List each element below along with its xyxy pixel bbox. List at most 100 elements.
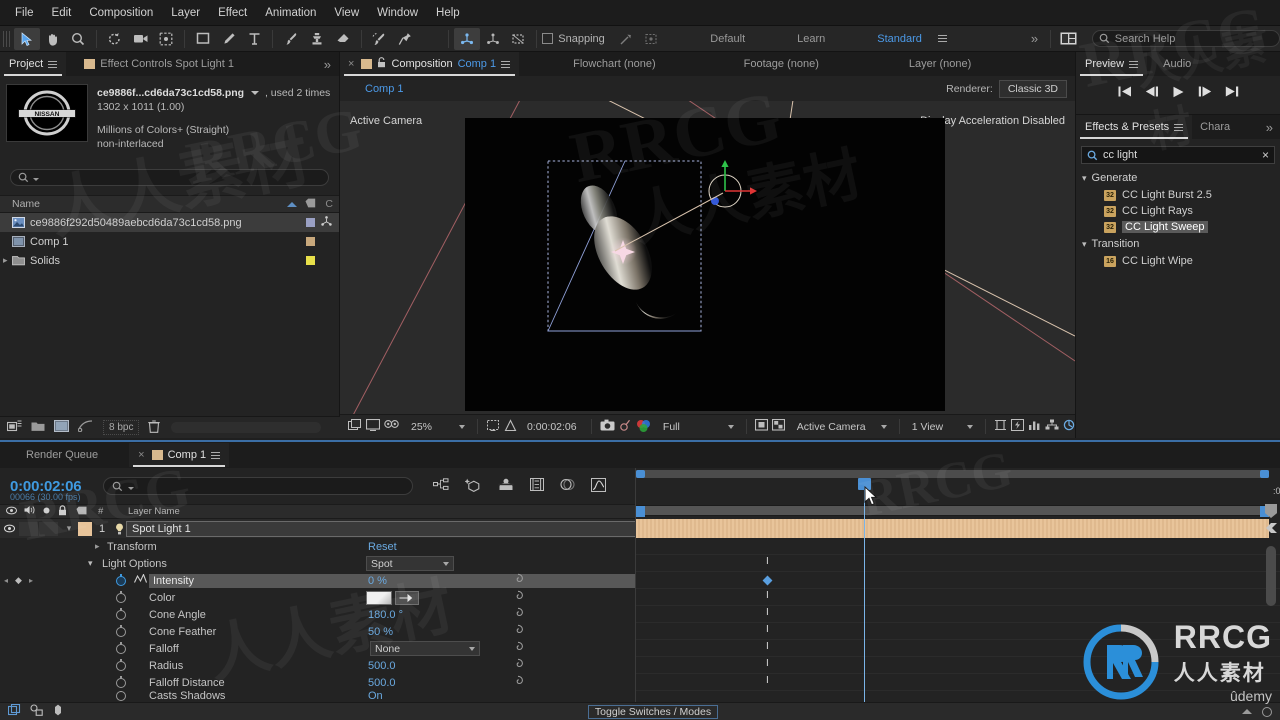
file-dropdown-icon[interactable] [251,91,260,95]
tab-layer[interactable]: Layer (none) [900,52,980,76]
composition-mini-flowchart-icon[interactable] [433,478,449,494]
column-header-number[interactable]: # [96,506,118,517]
layer-label-color[interactable] [78,521,92,536]
menu-item-composition[interactable]: Composition [80,0,162,26]
rotation-tool-icon[interactable] [102,28,128,50]
project-panel-menu-icon[interactable] [48,60,58,68]
chevron-down-icon[interactable]: ▾ [1082,239,1087,250]
workspace-overflow-icon[interactable]: » [1031,31,1038,46]
cone-feather-value[interactable]: 50 % [368,626,393,638]
project-list-item-solids[interactable]: ▸ Solids [0,251,339,270]
effects-group-generate[interactable]: ▾ Generate [1076,169,1280,187]
timeline-ruler[interactable]: :00f 00:15f 01:00f 01:15f 02:00f 02:15f … [1271,478,1280,500]
shape-tool-icon[interactable] [190,28,216,50]
tab-comp-1[interactable]: × Comp 1 [129,443,230,467]
workspace-standard[interactable]: Standard [865,33,934,45]
snap-arrow-icon[interactable] [613,28,639,50]
falloff-select[interactable]: None [370,641,480,656]
effects-group-transition[interactable]: ▾ Transition [1076,235,1280,253]
column-header-name[interactable]: Name [0,198,287,210]
layer-solo-switch[interactable] [39,521,58,536]
radius-expression-icon[interactable] [512,658,524,673]
project-search-input[interactable] [10,169,329,186]
draft-3d-icon[interactable] [464,478,482,495]
play-button[interactable] [1172,86,1185,101]
falloff-distance-expression-icon[interactable] [512,675,524,690]
enable-frame-blending-icon[interactable] [530,478,545,494]
viewer-timecode[interactable]: 0:00:02:06 [527,421,583,433]
multi-frame-icon[interactable] [384,419,399,434]
comp-family-icon[interactable] [7,703,21,719]
tab-composition[interactable]: × Composition Comp 1 [340,52,520,76]
layer-audio-switch[interactable] [19,521,38,536]
keyframe-navigator[interactable]: ◂ ◆ ▸ [4,575,33,586]
falloff-stopwatch-icon[interactable] [116,643,126,654]
new-composition-icon[interactable] [54,420,69,435]
hand-tool-icon[interactable] [40,28,66,50]
next-frame-button[interactable] [1198,86,1212,100]
tab-audio[interactable]: Audio [1147,52,1200,76]
falloff-expression-icon[interactable] [512,641,524,656]
snap-box-icon[interactable] [639,28,665,50]
toggle-switches-modes-button[interactable]: Toggle Switches / Modes [587,704,719,719]
close-tab-icon[interactable]: × [138,449,144,461]
zoom-level-select[interactable]: 25% [407,420,469,434]
light-color-swatch[interactable] [366,590,392,605]
workspace-default[interactable]: Default [698,33,757,45]
property-value-reset[interactable]: Reset [368,541,397,553]
workspace-menu-icon[interactable] [937,35,947,42]
toggle-switches-icon[interactable] [30,704,43,719]
project-item-swatch[interactable] [306,237,315,246]
tab-character[interactable]: Chara [1192,115,1239,139]
new-folder-icon[interactable] [31,421,45,435]
layer-video-switch[interactable] [0,524,18,533]
twirl-open-icon[interactable]: ▾ [88,558,102,569]
toggle-transparency-icon[interactable] [771,418,785,434]
project-item-swatch[interactable] [306,256,315,265]
layer-twirl-icon[interactable]: ▾ [62,523,76,534]
view-axis-tool-icon[interactable] [506,28,532,50]
falloff-distance-stopwatch-icon[interactable] [116,677,126,688]
track-row-light-options[interactable]: I [636,555,1280,572]
casts-shadows-value[interactable]: On [368,691,383,701]
resolution-select[interactable]: Full [659,420,738,434]
menu-item-animation[interactable]: Animation [256,0,325,26]
clear-search-icon[interactable]: × [1262,148,1269,162]
cone-angle-expression-icon[interactable] [512,607,524,622]
cone-angle-value[interactable]: 180.0 ° [368,609,403,621]
graph-editor-icon[interactable] [591,477,607,495]
eraser-tool-icon[interactable] [330,28,356,50]
layer-duration-bar[interactable] [636,519,1269,538]
effects-search-input[interactable] [1103,149,1257,161]
menu-item-file[interactable]: File [6,0,43,26]
previous-keyframe-icon[interactable]: ◂ [4,576,8,585]
local-axis-tool-icon[interactable] [480,28,506,50]
project-tabs-overflow-icon[interactable]: » [324,57,331,72]
tab-flowchart[interactable]: Flowchart (none) [564,52,665,76]
search-help-input[interactable]: Search Help [1091,30,1280,47]
composition-viewer[interactable]: Active Camera Display Acceleration Disab… [340,101,1075,414]
show-snapshot-icon[interactable] [619,419,632,434]
current-time-indicator[interactable] [864,478,865,714]
camera-tool-icon[interactable] [128,28,154,50]
menu-item-effect[interactable]: Effect [209,0,256,26]
project-list-item-comp[interactable]: Comp 1 [0,232,339,251]
timeline-search-input[interactable] [103,477,414,495]
color-expression-icon[interactable] [512,590,524,605]
casts-shadows-stopwatch-icon[interactable] [116,691,126,701]
channel-color-icon[interactable] [636,419,651,435]
menu-item-edit[interactable]: Edit [43,0,81,26]
toggle-mask-paths-icon[interactable] [754,418,768,434]
layer-marker-icon[interactable] [1265,522,1278,537]
tab-preview[interactable]: Preview [1076,52,1148,76]
project-settings-icon[interactable] [6,420,22,435]
project-item-swatch[interactable] [306,218,315,227]
previous-frame-button[interactable] [1145,86,1159,100]
cone-feather-stopwatch-icon[interactable] [116,626,126,637]
pixel-aspect-correction-icon[interactable] [994,419,1007,434]
always-preview-icon[interactable] [348,419,362,434]
delete-icon[interactable] [148,419,161,436]
work-area-strip-start[interactable] [636,506,645,517]
composition-canvas[interactable] [465,118,945,411]
tab-render-queue[interactable]: Render Queue [0,443,107,467]
